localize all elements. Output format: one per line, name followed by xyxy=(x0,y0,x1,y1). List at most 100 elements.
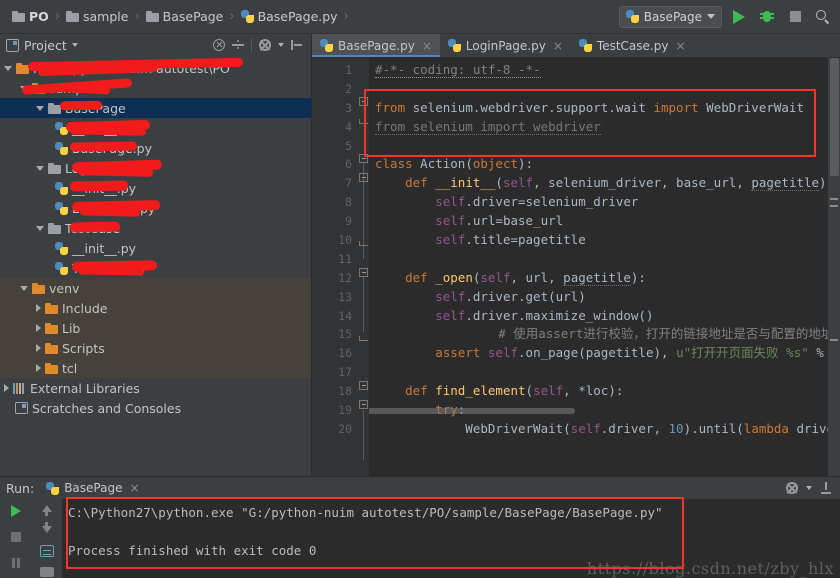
fold-marker-icon[interactable] xyxy=(359,173,368,182)
tree-item-tcl[interactable]: tcl xyxy=(0,358,311,378)
tree-item-basepage[interactable]: BasePage xyxy=(0,98,311,118)
run-panel-header: Run: BasePage × xyxy=(0,477,840,499)
breadcrumb-item-po[interactable]: PO xyxy=(8,7,53,26)
run-configuration-selector[interactable]: BasePage xyxy=(619,6,722,28)
chevron-down-icon[interactable] xyxy=(806,486,812,490)
chevron-down-icon[interactable] xyxy=(278,43,284,47)
line-number: 8 xyxy=(312,193,358,212)
hide-icon[interactable] xyxy=(291,39,303,51)
fold-marker-icon[interactable] xyxy=(359,400,368,409)
close-icon[interactable]: × xyxy=(553,40,563,52)
expand-arrow-icon[interactable] xyxy=(4,66,12,71)
soft-wrap-button[interactable] xyxy=(36,543,58,558)
collapse-arrow-icon[interactable] xyxy=(4,384,9,392)
console-line: Process finished with exit code 0 xyxy=(62,541,840,560)
horizontal-scrollbar[interactable] xyxy=(369,408,575,414)
scroll-down-button[interactable] xyxy=(36,522,58,537)
run-tab-basepage[interactable]: BasePage × xyxy=(40,478,145,498)
collapse-arrow-icon[interactable] xyxy=(36,364,41,372)
tree-item-label: Lib xyxy=(62,321,80,336)
stop-process-button[interactable] xyxy=(5,527,27,547)
project-tree[interactable]: PO G:\python-nuim autotest\PO sample Bas… xyxy=(0,56,311,476)
tree-item-external-libraries[interactable]: External Libraries xyxy=(0,378,311,398)
collapse-arrow-icon[interactable] xyxy=(36,324,41,332)
fold-marker-icon[interactable] xyxy=(359,97,368,106)
tree-item-testcase[interactable]: TestCase xyxy=(0,218,311,238)
code-viewport[interactable]: 1 2 3 4 5 6 7 8 9 10 11 12 13 14 15 16 1… xyxy=(312,58,840,476)
folder-icon xyxy=(48,223,61,234)
expand-arrow-icon[interactable] xyxy=(36,166,44,171)
toolbar-actions: BasePage xyxy=(619,6,840,28)
tab-testcase-py[interactable]: TestCase.py × xyxy=(571,34,694,57)
error-stripe-scrollbar[interactable] xyxy=(828,58,840,476)
code-text[interactable]: #-*- coding: utf-8 -*- from selenium.web… xyxy=(369,58,840,476)
tree-item-scratches-and-consoles[interactable]: Scratches and Consoles xyxy=(0,398,311,418)
tree-item-init-py[interactable]: __init__.py xyxy=(0,238,311,258)
export-icon[interactable] xyxy=(820,482,832,494)
fold-marker-icon[interactable] xyxy=(359,268,368,277)
project-tool-window: Project PO G:\python-nuim autotest\PO xyxy=(0,34,312,476)
expand-arrow-icon[interactable] xyxy=(20,286,28,291)
code-token-comment: # 使用assert进行校验，打开的链接地址是否与配置的地址一致。调用on xyxy=(375,325,840,344)
tree-item-lib[interactable]: Lib xyxy=(0,318,311,338)
tree-item-init-py[interactable]: __init__.py xyxy=(0,178,311,198)
python-file-icon xyxy=(55,142,68,155)
close-icon[interactable]: × xyxy=(422,40,432,52)
python-file-icon xyxy=(579,39,592,52)
collapse-all-icon[interactable] xyxy=(213,39,225,51)
tree-item-venv[interactable]: venv xyxy=(0,278,311,298)
tree-item-basepage-py[interactable]: BasePage.py xyxy=(0,138,311,158)
run-button[interactable] xyxy=(728,6,750,28)
vertical-scrollbar-thumb[interactable] xyxy=(830,58,839,176)
line-number: 7 xyxy=(312,174,358,193)
tab-basepage-py[interactable]: BasePage.py × xyxy=(312,34,440,57)
gear-icon[interactable] xyxy=(259,39,271,51)
scroll-up-button[interactable] xyxy=(36,501,58,516)
line-number-gutter: 1 2 3 4 5 6 7 8 9 10 11 12 13 14 15 16 1… xyxy=(312,58,358,476)
close-icon[interactable]: × xyxy=(675,40,685,52)
breadcrumb-item-basepage-py[interactable]: BasePage.py xyxy=(237,7,342,26)
debug-button[interactable] xyxy=(756,6,778,28)
collapse-arrow-icon[interactable] xyxy=(36,304,41,312)
chevron-down-icon[interactable] xyxy=(72,43,78,47)
tree-item-scripts[interactable]: Scripts xyxy=(0,338,311,358)
tree-item-init-py[interactable]: __init__.py xyxy=(0,118,311,138)
pycharm-window: PO › sample › BasePage › BasePage.py › B… xyxy=(0,0,840,578)
code-line-18: def find_element(self, *loc): xyxy=(369,382,840,401)
line-number: 19 xyxy=(312,401,358,420)
rerun-icon xyxy=(11,505,21,517)
line-number: 2 xyxy=(312,80,358,99)
fold-marker-icon[interactable] xyxy=(359,154,368,163)
tree-item-label: Scripts xyxy=(62,341,105,356)
code-folding-gutter[interactable] xyxy=(358,58,369,476)
expand-arrow-icon[interactable] xyxy=(36,226,44,231)
console-output[interactable]: C:\Python27\python.exe "G:/python-nuim a… xyxy=(62,499,840,578)
tab-loginpage-py[interactable]: LoginPage.py × xyxy=(440,34,571,57)
pause-output-button[interactable] xyxy=(5,553,27,573)
gear-icon[interactable] xyxy=(786,482,798,494)
print-button[interactable] xyxy=(36,564,58,578)
stop-button[interactable] xyxy=(784,6,806,28)
run-panel-label: Run: xyxy=(6,481,34,496)
flatten-packages-icon[interactable] xyxy=(232,39,244,51)
python-file-icon xyxy=(320,39,333,52)
print-icon xyxy=(40,567,54,577)
collapse-arrow-icon[interactable] xyxy=(36,344,41,352)
search-button[interactable] xyxy=(812,6,834,28)
search-icon xyxy=(816,10,830,24)
folder-icon xyxy=(66,11,79,22)
breadcrumb-item-sample[interactable]: sample xyxy=(62,7,132,26)
expand-arrow-icon[interactable] xyxy=(36,106,44,111)
run-configuration-label: BasePage xyxy=(644,10,702,24)
run-actions-column-right xyxy=(31,499,62,578)
console-line xyxy=(62,522,840,541)
code-line-6: class Action(object): xyxy=(369,155,840,174)
close-icon[interactable]: × xyxy=(129,482,139,494)
rerun-button[interactable] xyxy=(5,501,27,521)
tree-item-include[interactable]: Include xyxy=(0,298,311,318)
breadcrumb-separator: › xyxy=(344,9,349,24)
breadcrumb-item-basepage[interactable]: BasePage xyxy=(142,7,228,26)
stripe-marker-info xyxy=(830,339,838,341)
fold-marker-icon[interactable] xyxy=(359,381,368,390)
run-tool-window: Run: BasePage × xyxy=(0,476,840,578)
